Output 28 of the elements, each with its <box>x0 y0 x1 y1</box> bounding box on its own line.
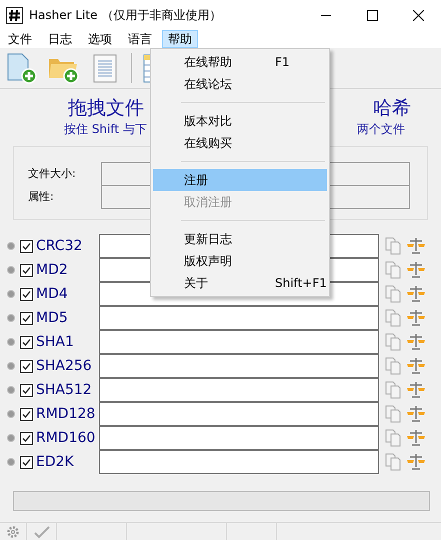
hash-label: CRC32 <box>36 238 84 254</box>
menu-item-label: 在线购买 <box>184 134 233 152</box>
hash-label: MD2 <box>36 262 69 278</box>
hash-label: MD4 <box>36 286 69 302</box>
hash-label: RMD128 <box>36 406 96 422</box>
hash-label: ED2K <box>36 454 75 470</box>
drop-hint-text: 哈希 <box>373 96 411 121</box>
menu-item-label: 版本对比 <box>184 112 233 130</box>
menu-item-label: 版权声明 <box>184 252 233 270</box>
field-label: 文件大小: <box>28 166 77 181</box>
drop-hint-text: 拖拽文件 <box>68 96 144 121</box>
hash-label: RMD160 <box>36 430 96 446</box>
menu-item-label: 关于 <box>184 274 209 292</box>
shortcut-label: Shift+F1 <box>275 276 327 290</box>
menu-item-label: 更新日志 <box>184 230 233 248</box>
menu-item-label: 注册 <box>184 172 209 188</box>
menu-item-label: 在线论坛 <box>184 76 233 92</box>
hint-text: 两个文件 <box>357 121 405 138</box>
hash-label: SHA512 <box>36 382 93 398</box>
field-label: 属性: <box>28 189 55 204</box>
menu-item-label: 在线帮助 <box>184 54 233 70</box>
hash-label: SHA256 <box>36 358 93 374</box>
shortcut-label: F1 <box>275 55 291 69</box>
hint-text: 按住 Shift 与下 <box>64 121 147 138</box>
menu-item-label: 取消注册 <box>184 194 233 210</box>
hash-label: SHA1 <box>36 334 75 350</box>
window-title: Hasher Lite （仅用于非商业使用） <box>29 6 222 24</box>
hash-label: MD5 <box>36 310 69 326</box>
